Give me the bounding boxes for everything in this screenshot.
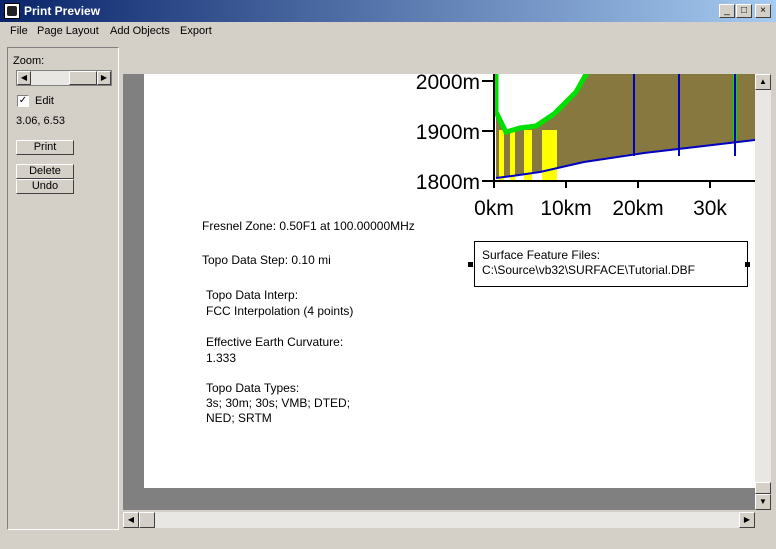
scroll-right-arrow-icon[interactable]: ▶ — [739, 512, 755, 528]
topo-interp-label: Topo Data Interp: — [206, 288, 299, 302]
scroll-up-arrow-icon[interactable]: ▲ — [755, 74, 771, 90]
zoom-slider-thumb[interactable] — [69, 71, 97, 85]
y-tick-label: 1800m — [416, 171, 480, 194]
vertical-scrollbar[interactable]: ▲ ▼ — [755, 74, 771, 510]
window-title: Print Preview — [24, 4, 101, 18]
zoom-slider[interactable]: ◀ ▶ — [16, 70, 112, 86]
clearance-bar — [542, 130, 552, 181]
topo-types-line2: NED; SRTM — [206, 411, 272, 425]
selection-handle-left[interactable] — [468, 262, 473, 267]
x-tick-label: 10km — [540, 197, 591, 220]
vertical-scroll-thumb[interactable] — [755, 482, 771, 494]
profile-chart[interactable]: 2000m 1900m 1800m 0km 10km 20km 30k — [144, 74, 755, 234]
x-tick-label: 30k — [693, 197, 727, 220]
fresnel-zone-text: Fresnel Zone: 0.50F1 at 100.00000MHz — [202, 219, 415, 233]
selection-handle-right[interactable] — [745, 262, 750, 267]
zoom-left-arrow-icon[interactable]: ◀ — [17, 71, 31, 85]
surface-files-label: Surface Feature Files: — [482, 248, 601, 262]
scroll-left-arrow-icon[interactable]: ◀ — [123, 512, 139, 528]
y-tick-label: 1900m — [416, 121, 480, 144]
zoom-right-arrow-icon[interactable]: ▶ — [97, 71, 111, 85]
horizontal-scrollbar[interactable]: ◀ ▶ — [123, 512, 755, 528]
topo-interp-value: FCC Interpolation (4 points) — [206, 304, 354, 318]
surface-feature-box[interactable]: Surface Feature Files: C:\Source\vb32\SU… — [474, 241, 748, 287]
topo-types-label: Topo Data Types: — [206, 381, 300, 395]
edit-label: Edit — [35, 95, 54, 107]
menu-export[interactable]: Export — [180, 25, 212, 37]
x-tick-label: 0km — [474, 197, 514, 220]
control-panel: Zoom: ◀ ▶ ✓ Edit 3.06, 6.53 Print Delete… — [7, 47, 119, 530]
edit-checkbox[interactable]: ✓ — [17, 95, 29, 107]
print-page: 2000m 1900m 1800m 0km 10km 20km 30k Fresnel Zo… — [144, 74, 755, 488]
delete-button[interactable]: Delete — [16, 164, 74, 179]
minimize-button[interactable]: _ — [719, 4, 735, 18]
app-icon — [4, 3, 20, 19]
preview-canvas: 2000m 1900m 1800m 0km 10km 20km 30k Fresnel Zo… — [123, 74, 755, 510]
scroll-down-arrow-icon[interactable]: ▼ — [755, 494, 771, 510]
print-button[interactable]: Print — [16, 140, 74, 155]
clearance-bar — [510, 130, 515, 181]
x-tick-label: 20km — [612, 197, 663, 220]
y-tick-label: 2000m — [416, 74, 480, 94]
horizontal-scroll-thumb[interactable] — [139, 512, 155, 528]
clearance-bar — [499, 130, 504, 181]
topo-step-text: Topo Data Step: 0.10 mi — [202, 253, 331, 267]
maximize-button[interactable]: □ — [736, 4, 752, 18]
menu-page-layout[interactable]: Page Layout — [37, 25, 99, 37]
earth-curvature-value: 1.333 — [206, 351, 237, 365]
surface-files-value: C:\Source\vb32\SURFACE\Tutorial.DBF — [482, 263, 695, 277]
title-bar: Print Preview _ □ × — [0, 0, 776, 22]
zoom-label: Zoom: — [13, 55, 45, 67]
menu-file[interactable]: File — [10, 25, 28, 37]
earth-curvature-label: Effective Earth Curvature: — [206, 335, 344, 349]
menu-add-objects[interactable]: Add Objects — [110, 25, 170, 37]
topo-types-line1: 3s; 30m; 30s; VMB; DTED; — [206, 396, 351, 410]
cursor-coordinates: 3.06, 6.53 — [16, 115, 65, 127]
menu-bar: File Page Layout Add Objects Export — [0, 22, 776, 42]
close-button[interactable]: × — [755, 4, 771, 18]
undo-button[interactable]: Undo — [16, 179, 74, 194]
clearance-bar — [552, 130, 557, 181]
